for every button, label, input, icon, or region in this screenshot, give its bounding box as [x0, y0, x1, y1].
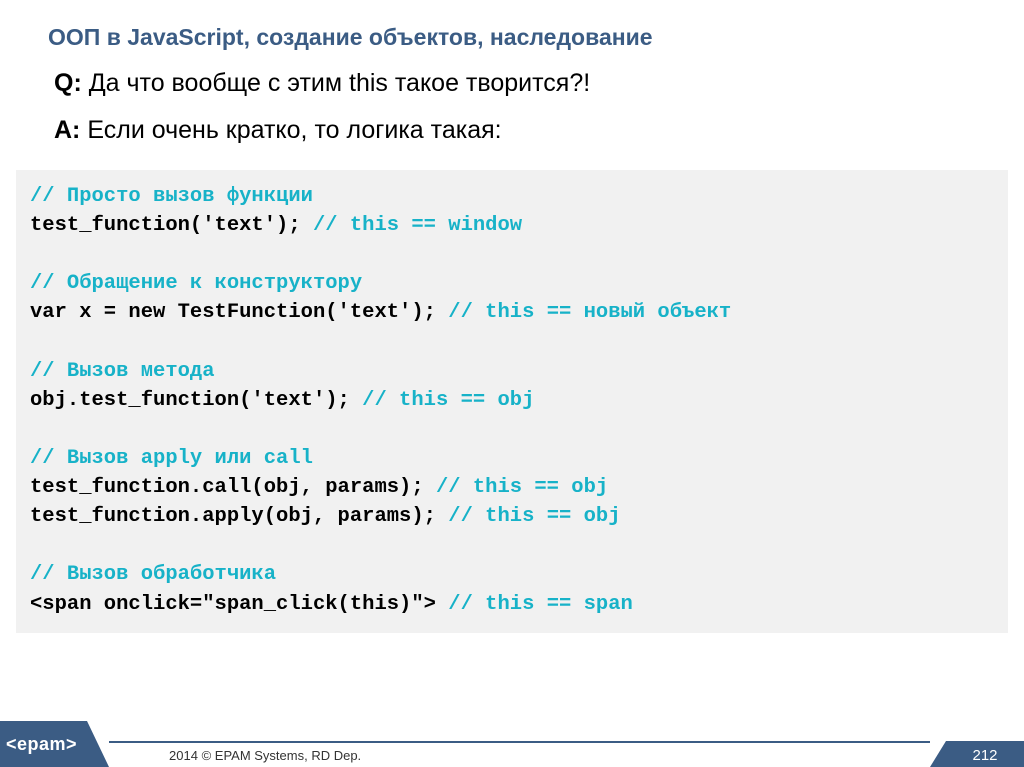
a-prefix: A: — [54, 116, 80, 144]
code-comment: // Обращение к конструктору — [30, 272, 362, 295]
copyright-text: 2014 © EPAM Systems, RD Dep. — [169, 748, 361, 763]
logo-divider-icon — [87, 721, 109, 767]
code-line: test_function.call(obj, params); — [30, 476, 436, 499]
answer-line: A: Если очень кратко, то логика такая: — [54, 114, 984, 147]
page-divider-icon — [930, 741, 946, 767]
intro-block: Q: Да что вообще с этим this такое твори… — [0, 51, 1024, 160]
code-block: // Просто вызов функции test_function('t… — [16, 170, 1008, 633]
question-line: Q: Да что вообще с этим this такое твори… — [54, 67, 984, 100]
code-line: test_function.apply(obj, params); — [30, 505, 448, 528]
code-line: var x = new TestFunction('text'); — [30, 301, 448, 324]
code-comment: // this == obj — [436, 476, 608, 499]
footer-bar: 2014 © EPAM Systems, RD Dep. — [109, 741, 930, 767]
code-comment: // Вызов apply или call — [30, 447, 313, 470]
code-comment: // this == span — [448, 593, 633, 616]
slide: ООП в JavaScript, создание объектов, нас… — [0, 0, 1024, 767]
page-number: 212 — [946, 741, 1024, 767]
code-comment: // Просто вызов функции — [30, 185, 313, 208]
code-line: obj.test_function('text'); — [30, 389, 362, 412]
code-comment: // this == obj — [362, 389, 534, 412]
code-line: <span onclick="span_click(this)"> — [30, 593, 448, 616]
code-comment: // Вызов обработчика — [30, 563, 276, 586]
q-prefix: Q: — [54, 69, 82, 97]
logo-text: <epam> — [6, 734, 77, 755]
logo: <epam> — [0, 721, 87, 767]
slide-title: ООП в JavaScript, создание объектов, нас… — [0, 0, 1024, 51]
q-text: Да что вообще с этим this такое творится… — [82, 69, 590, 97]
code-comment: // this == window — [313, 214, 522, 237]
code-line: test_function('text'); — [30, 214, 313, 237]
code-comment: // this == obj — [448, 505, 620, 528]
a-text: Если очень кратко, то логика такая: — [80, 116, 501, 144]
code-comment: // this == новый объект — [448, 301, 731, 324]
code-comment: // Вызов метода — [30, 360, 215, 383]
footer: <epam> 2014 © EPAM Systems, RD Dep. 212 — [0, 721, 1024, 767]
